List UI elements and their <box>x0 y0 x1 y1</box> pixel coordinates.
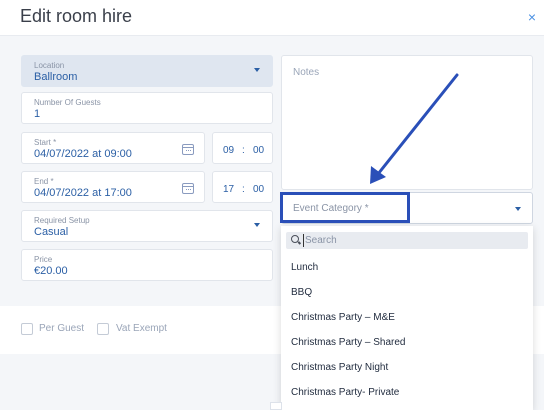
guests-value: 1 <box>34 108 41 120</box>
event-category-dropdown: Lunch BBQ Christmas Party – M&E Christma… <box>281 226 533 410</box>
price-field[interactable]: Price €20.00 <box>21 249 273 281</box>
chevron-down-icon <box>254 68 260 72</box>
location-value: Ballroom <box>34 71 78 83</box>
start-date-field[interactable]: Start * 04/07/2022 at 09:00 <box>21 132 205 164</box>
dropdown-option[interactable]: Christmas Party- Private <box>291 387 399 398</box>
end-label: End * <box>34 177 54 186</box>
search-input[interactable] <box>303 234 503 247</box>
location-select[interactable]: Location Ballroom <box>21 55 273 87</box>
setup-value: Casual <box>34 226 69 238</box>
per-guest-checkbox[interactable] <box>21 323 33 335</box>
price-value: €20.00 <box>34 265 68 277</box>
end-value: 04/07/2022 at 17:00 <box>34 187 132 199</box>
dropdown-option[interactable]: Christmas Party – M&E <box>291 312 395 323</box>
chevron-down-icon <box>254 223 260 227</box>
start-value: 04/07/2022 at 09:00 <box>34 148 132 160</box>
per-guest-label[interactable]: Per Guest <box>39 323 84 334</box>
start-label: Start * <box>34 138 57 147</box>
end-date-field[interactable]: End * 04/07/2022 at 17:00 <box>21 171 205 203</box>
notes-textarea[interactable]: Notes <box>281 55 533 190</box>
setup-label: Required Setup <box>34 216 90 225</box>
dropdown-search[interactable] <box>286 232 528 249</box>
vat-exempt-checkbox[interactable] <box>97 323 109 335</box>
guests-field[interactable]: Number Of Guests 1 <box>21 92 273 124</box>
start-minute[interactable]: 00 <box>253 145 264 156</box>
calendar-icon[interactable] <box>182 183 194 194</box>
chevron-down-icon <box>515 207 521 211</box>
required-setup-select[interactable]: Required Setup Casual <box>21 210 273 242</box>
notes-placeholder: Notes <box>293 67 320 78</box>
calendar-icon[interactable] <box>182 144 194 155</box>
close-icon[interactable]: × <box>528 9 536 25</box>
dropdown-option[interactable]: Lunch <box>291 262 318 273</box>
modal-title: Edit room hire <box>20 6 133 26</box>
end-minute[interactable]: 00 <box>253 184 264 195</box>
end-hour[interactable]: 17 <box>223 184 234 195</box>
search-icon <box>291 235 299 243</box>
edit-room-hire-modal: Edit room hire × Location Ballroom Numbe… <box>0 0 544 410</box>
annotation-highlight-box <box>280 192 410 223</box>
modal-header: Edit room hire × <box>0 0 544 36</box>
start-time-separator: : <box>242 145 245 156</box>
end-time-separator: : <box>242 184 245 195</box>
start-hour[interactable]: 09 <box>223 145 234 156</box>
location-label: Location <box>34 61 65 70</box>
guests-label: Number Of Guests <box>34 98 101 107</box>
dropdown-option[interactable]: BBQ <box>291 287 312 298</box>
scroll-handle <box>270 402 282 410</box>
dropdown-option[interactable]: Christmas Party – Shared <box>291 337 406 348</box>
dropdown-option[interactable]: Christmas Party Night <box>291 362 388 373</box>
end-time-field[interactable]: 17 : 00 <box>212 171 273 203</box>
vat-exempt-label[interactable]: Vat Exempt <box>116 323 167 334</box>
start-time-field[interactable]: 09 : 00 <box>212 132 273 164</box>
price-label: Price <box>34 255 53 264</box>
